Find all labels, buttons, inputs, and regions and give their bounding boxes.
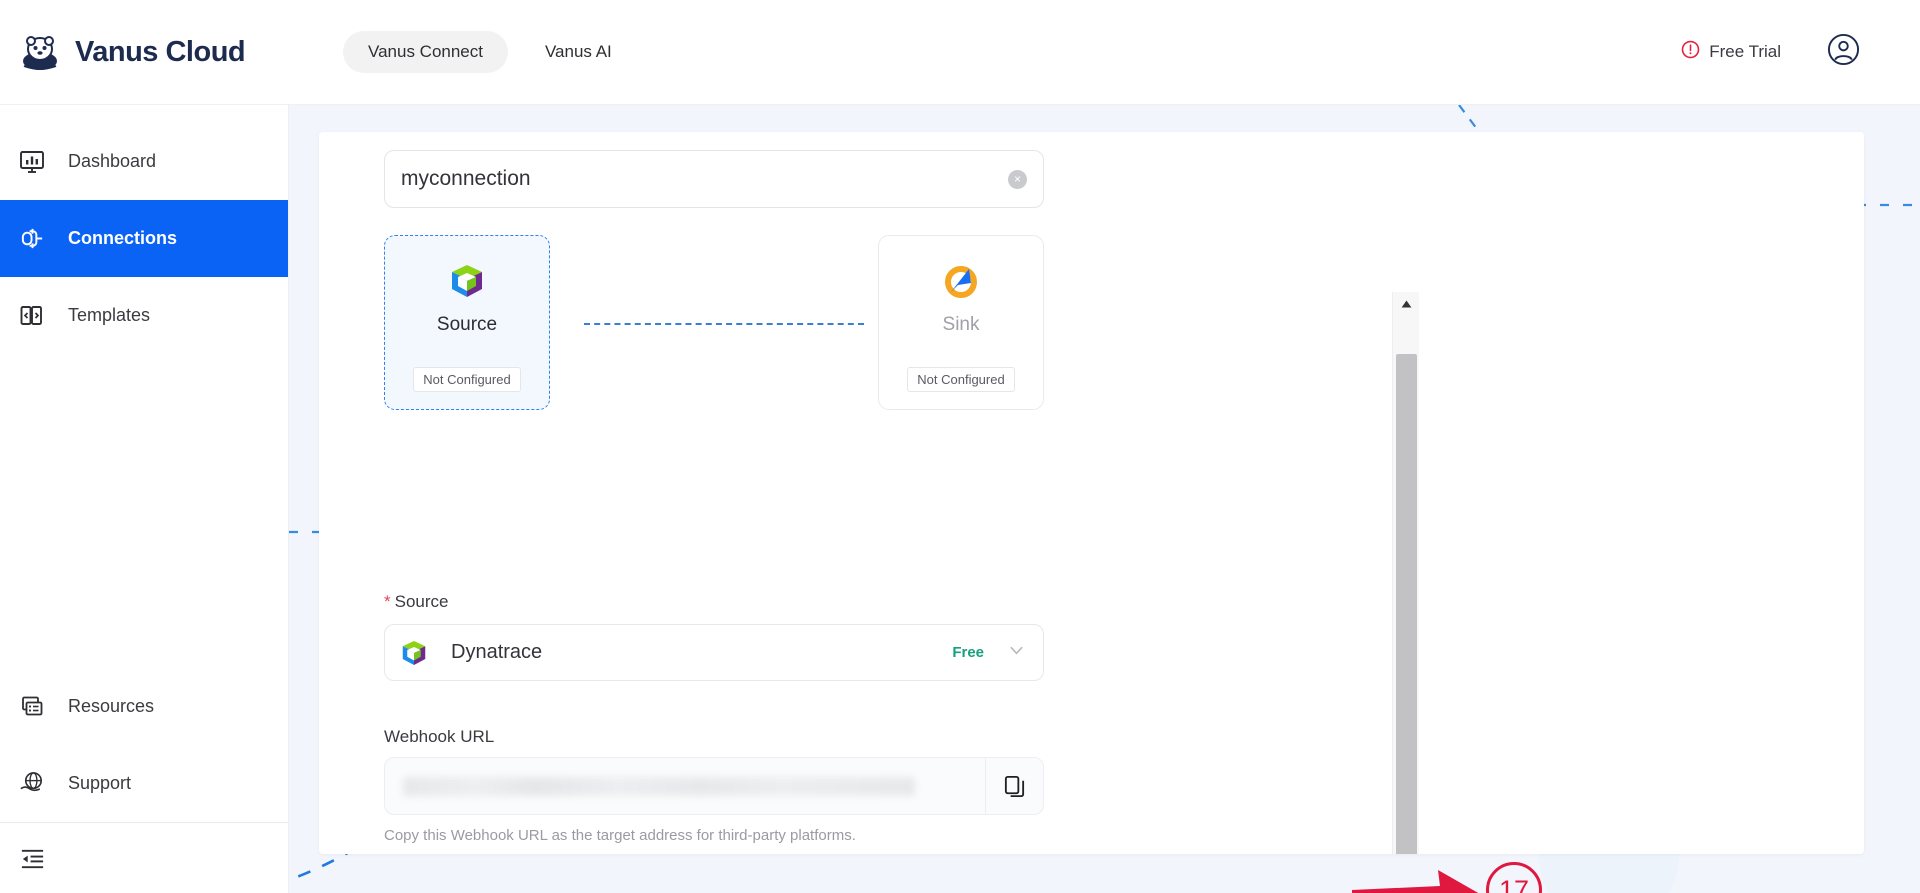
source-selected-value: Dynatrace bbox=[451, 641, 543, 663]
sidebar-collapse-button[interactable] bbox=[0, 823, 288, 893]
sidebar-item-label: Dashboard bbox=[68, 151, 157, 171]
otter-logo-icon bbox=[18, 30, 62, 74]
collapse-sidebar-icon bbox=[18, 844, 46, 872]
main-content-area: × Source Not Configured bbox=[289, 105, 1920, 893]
resources-icon bbox=[18, 693, 46, 721]
copy-icon[interactable] bbox=[985, 758, 1043, 814]
app-header: Vanus Cloud Vanus Connect Vanus AI Free … bbox=[0, 0, 1920, 105]
connections-icon bbox=[18, 225, 46, 253]
annotation-step-number: 17 bbox=[1486, 862, 1542, 893]
header-right: Free Trial bbox=[1681, 33, 1860, 71]
source-label-text: Source bbox=[394, 592, 449, 611]
sidebar-item-connections[interactable]: Connections bbox=[0, 200, 288, 277]
brand[interactable]: Vanus Cloud bbox=[18, 30, 290, 74]
compass-arrow-icon bbox=[941, 261, 981, 301]
sidebar: Dashboard Connections Templates Resource… bbox=[0, 105, 289, 893]
annotation-arrow-icon bbox=[1352, 870, 1479, 893]
support-globe-icon bbox=[18, 770, 46, 798]
source-plan-tag: Free bbox=[952, 644, 984, 661]
sidebar-item-label: Support bbox=[68, 773, 132, 793]
templates-icon bbox=[18, 302, 46, 330]
source-field-label: * Source bbox=[384, 592, 449, 612]
connection-dashed-line bbox=[584, 323, 864, 325]
webhook-url-field[interactable] bbox=[384, 757, 1044, 815]
form-scrollbar[interactable] bbox=[1392, 292, 1419, 854]
sink-node-card[interactable]: Sink Not Configured bbox=[878, 235, 1044, 410]
source-select[interactable]: Dynatrace Free bbox=[384, 624, 1044, 681]
brand-name: Vanus Cloud bbox=[75, 35, 246, 68]
clear-input-icon[interactable]: × bbox=[1008, 169, 1027, 189]
dynatrace-cube-icon bbox=[447, 261, 487, 301]
webhook-url-value[interactable] bbox=[385, 758, 985, 814]
required-marker: * bbox=[384, 592, 391, 611]
sink-node-title: Sink bbox=[942, 314, 980, 335]
webhook-url-redacted bbox=[403, 776, 916, 796]
sidebar-item-resources[interactable]: Resources bbox=[0, 668, 288, 745]
sidebar-item-support[interactable]: Support bbox=[0, 745, 288, 822]
source-node-card[interactable]: Source Not Configured bbox=[384, 235, 550, 410]
tab-vanus-connect[interactable]: Vanus Connect bbox=[343, 31, 508, 73]
node-cards-area: Source Not Configured Sink Not Configure… bbox=[384, 235, 1044, 410]
connection-name-field[interactable]: × bbox=[384, 150, 1044, 208]
dynatrace-cube-icon bbox=[399, 638, 429, 668]
free-trial-badge[interactable]: Free Trial bbox=[1681, 40, 1781, 64]
source-node-title: Source bbox=[436, 314, 498, 335]
chevron-down-icon[interactable] bbox=[1008, 642, 1025, 664]
sidebar-bottom: Resources Support bbox=[0, 668, 288, 893]
top-nav-tabs: Vanus Connect Vanus AI bbox=[343, 31, 637, 73]
connection-name-input[interactable] bbox=[401, 167, 1008, 191]
dashboard-icon bbox=[18, 148, 46, 176]
sidebar-item-templates[interactable]: Templates bbox=[0, 277, 288, 354]
webhook-url-hint: Copy this Webhook URL as the target addr… bbox=[384, 827, 856, 844]
source-status-badge: Not Configured bbox=[413, 367, 521, 392]
sink-status-badge: Not Configured bbox=[907, 367, 1015, 392]
alert-circle-icon bbox=[1681, 40, 1700, 64]
connection-form-panel: × Source Not Configured bbox=[319, 132, 1864, 854]
sidebar-item-label: Connections bbox=[68, 228, 178, 248]
scrollbar-thumb[interactable] bbox=[1396, 354, 1417, 854]
tab-vanus-ai[interactable]: Vanus AI bbox=[520, 31, 637, 73]
free-trial-label: Free Trial bbox=[1709, 42, 1781, 61]
sidebar-item-label: Templates bbox=[68, 305, 151, 325]
sidebar-item-label: Resources bbox=[68, 696, 155, 716]
webhook-url-label: Webhook URL bbox=[384, 727, 495, 746]
scroll-up-arrow-icon[interactable] bbox=[1393, 292, 1420, 316]
sidebar-item-dashboard[interactable]: Dashboard bbox=[0, 123, 288, 200]
user-account-icon[interactable] bbox=[1827, 33, 1860, 71]
